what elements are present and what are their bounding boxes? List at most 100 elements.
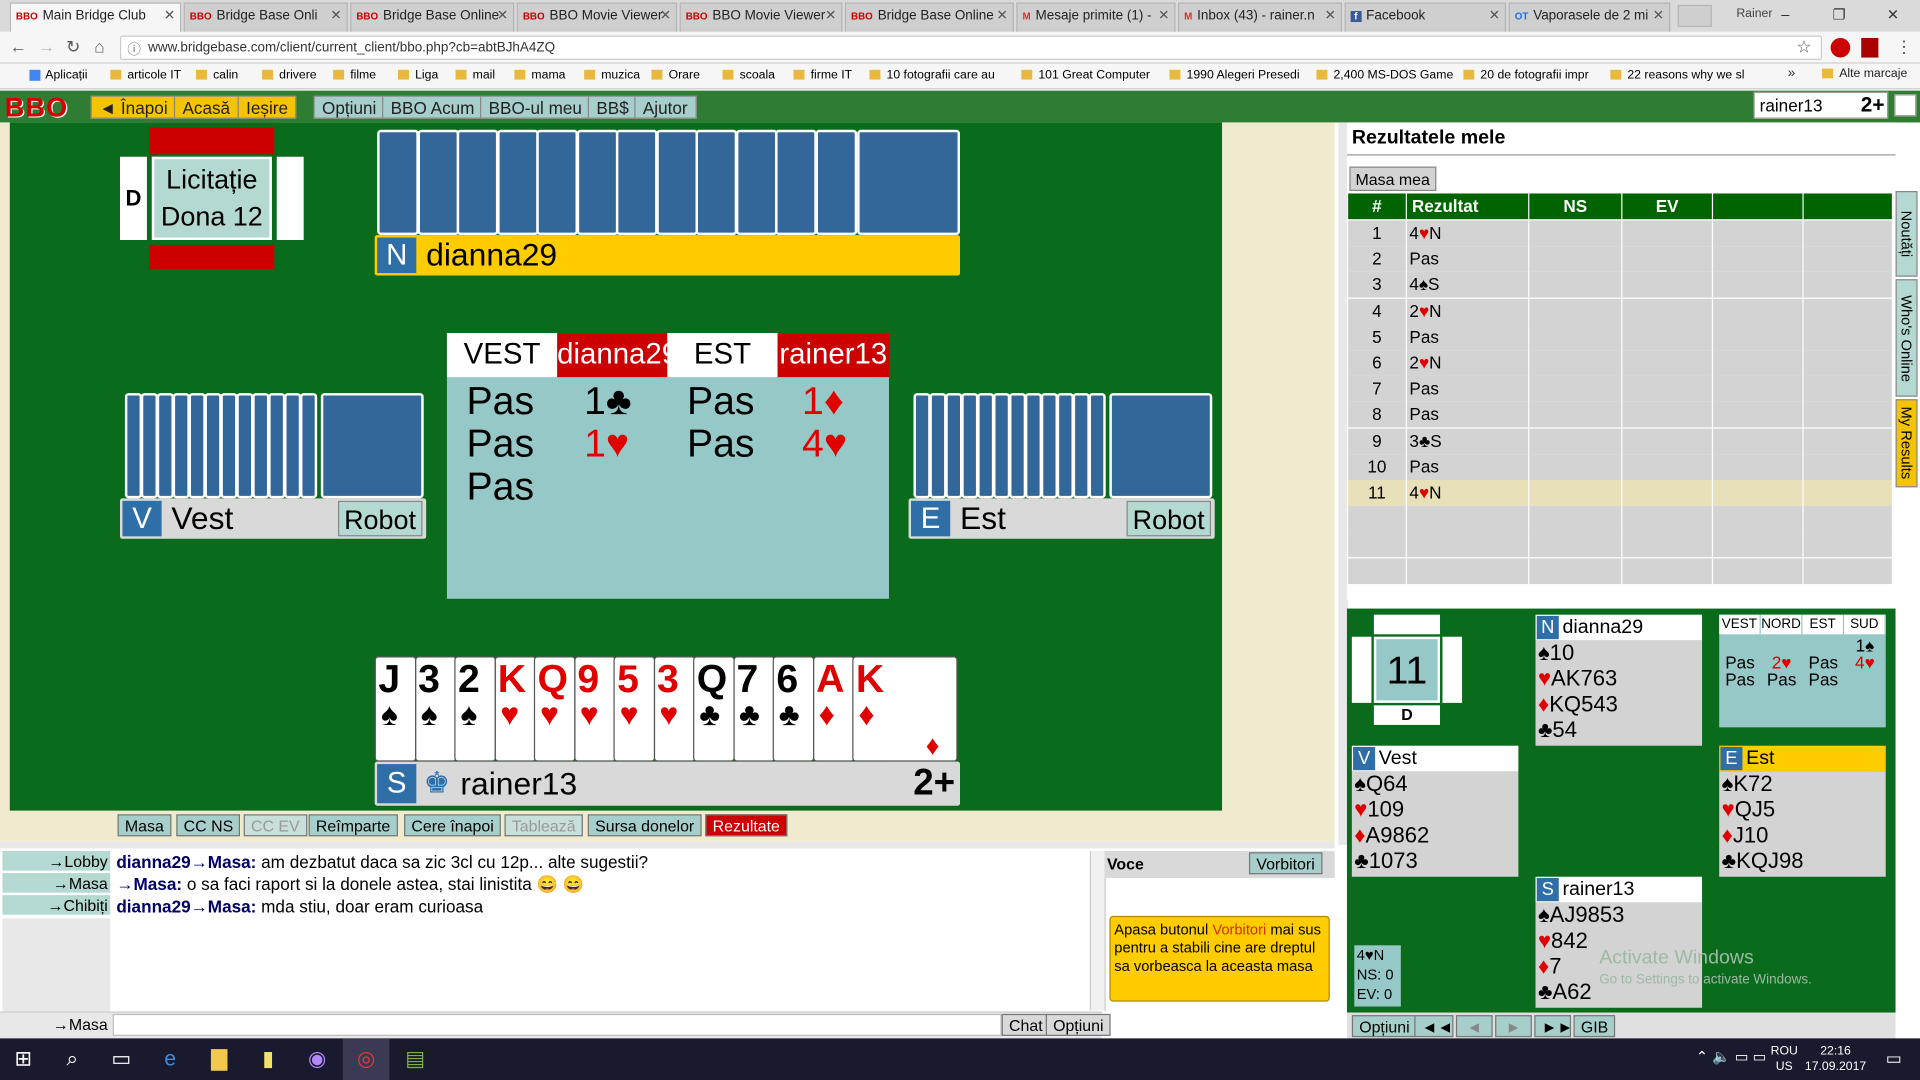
table-action-button[interactable]: Sursa donelor xyxy=(587,814,702,837)
table-action-button[interactable]: Cere înapoi xyxy=(404,814,502,837)
bookmarks-overflow[interactable]: » xyxy=(1788,66,1796,81)
back-button[interactable]: ◄ Înapoi xyxy=(90,95,177,119)
bookmark-item[interactable]: 22 reasons why we sl xyxy=(1610,64,1758,88)
chat-target-button[interactable]: →Lobby xyxy=(2,851,111,872)
results-row[interactable]: 9 3♣S xyxy=(1348,428,1894,454)
side-tab[interactable]: Who's Online xyxy=(1895,279,1918,397)
side-tab[interactable]: Noutăți xyxy=(1895,191,1918,277)
table-action-button[interactable]: Rezultate xyxy=(705,814,788,837)
bookmark-item[interactable]: scoala xyxy=(722,64,788,88)
results-row[interactable]: 11 4♥N xyxy=(1348,480,1894,506)
north-player-bar[interactable]: N dianna29 xyxy=(374,235,961,276)
south-player-bar[interactable]: S ♚ rainer13 2+ xyxy=(374,761,961,806)
results-row[interactable]: 7 Pas xyxy=(1348,376,1894,402)
info-icon[interactable]: ⓘ xyxy=(127,39,140,59)
bookmark-item[interactable]: filme xyxy=(333,64,393,88)
results-row[interactable]: 1 4♥N xyxy=(1348,220,1894,247)
bookmark-item[interactable]: Aplicații xyxy=(29,64,105,88)
other-bookmarks[interactable]: Alte marcaje xyxy=(1822,67,1907,81)
results-row[interactable]: 6 2♥N xyxy=(1348,350,1894,376)
browser-tab[interactable]: BBO Bridge Base Onli ✕ xyxy=(183,2,348,32)
mini-east-header[interactable]: E Est xyxy=(1719,745,1886,772)
south-hand-card[interactable]: 2 ♠ xyxy=(454,656,496,762)
menu-icon[interactable]: ⋮ xyxy=(1896,37,1913,58)
results-row[interactable]: 4 2♥N xyxy=(1348,298,1894,324)
bookmark-item[interactable]: drivere xyxy=(262,64,328,88)
west-player-bar[interactable]: V Vest Robot xyxy=(120,498,427,539)
chat-scrollbar[interactable] xyxy=(1089,851,1105,1011)
notepad-icon[interactable]: ▤ xyxy=(392,1038,439,1080)
table-action-button[interactable]: Tablează xyxy=(504,814,583,837)
bookmark-item[interactable]: firme IT xyxy=(793,64,864,88)
south-hand-card[interactable]: 3 ♠ xyxy=(414,656,457,762)
tab-close-icon[interactable]: ✕ xyxy=(660,4,671,28)
tray-icons[interactable]: ⌃ 🔈 ▭ ▭ xyxy=(1696,1048,1767,1065)
my-table-tab[interactable]: Masa mea xyxy=(1349,166,1436,192)
south-hand-card[interactable]: A ♦ xyxy=(812,656,855,762)
clock[interactable]: 22:16 17.09.2017 xyxy=(1805,1043,1866,1075)
south-hand-card[interactable]: 3 ♥ xyxy=(653,656,695,762)
side-tab[interactable]: My Results xyxy=(1895,399,1918,488)
tab-close-icon[interactable]: ✕ xyxy=(1158,4,1169,28)
browser-tab[interactable]: M Inbox (43) - rainer.n ✕ xyxy=(1177,2,1343,32)
results-row[interactable]: 8 Pas xyxy=(1348,402,1894,428)
new-tab-button[interactable] xyxy=(1677,4,1712,27)
browser-tab[interactable]: BBO Main Bridge Club ✕ xyxy=(9,2,182,32)
maximize-icon[interactable]: ❐ xyxy=(1812,0,1866,29)
home-button[interactable]: Acasă xyxy=(173,95,239,119)
browser-tab[interactable]: f Facebook ✕ xyxy=(1344,2,1507,32)
results-row[interactable]: 2 Pas xyxy=(1348,246,1894,273)
south-hand-card[interactable]: J ♠ xyxy=(374,656,417,762)
chat-target-button[interactable]: →Masa xyxy=(2,873,111,894)
tab-close-icon[interactable]: ✕ xyxy=(164,4,175,28)
task-view-icon[interactable]: ▭ xyxy=(98,1038,145,1080)
url-input[interactable]: www.bridgebase.com/client/current_client… xyxy=(120,35,1823,61)
tab-close-icon[interactable]: ✕ xyxy=(1653,4,1664,28)
prev-trick-button[interactable]: ◄ xyxy=(1455,1015,1493,1038)
search-icon[interactable]: ⌕ xyxy=(49,1038,96,1080)
bookmark-item[interactable]: 10 fotografii care au xyxy=(869,64,1016,88)
tab-close-icon[interactable]: ✕ xyxy=(1489,4,1500,28)
bookmark-item[interactable]: 2,400 MS-DOS Game xyxy=(1316,64,1458,88)
bookmark-item[interactable]: muzica xyxy=(584,64,646,88)
first-trick-button[interactable]: ◄◄ xyxy=(1414,1015,1454,1038)
browser-tab[interactable]: BBO BBO Movie Viewer ✕ xyxy=(516,2,678,32)
tab-close-icon[interactable]: ✕ xyxy=(1325,4,1336,28)
bookmark-item[interactable]: mama xyxy=(514,64,579,88)
bookmark-item[interactable]: mail xyxy=(455,64,510,88)
gib-button[interactable]: GIB xyxy=(1573,1015,1616,1038)
chat-splitter[interactable] xyxy=(0,841,1335,849)
browser-tab[interactable]: BBO Bridge Base Online ✕ xyxy=(844,2,1014,32)
results-row[interactable]: 10 Pas xyxy=(1348,454,1894,480)
table-action-button[interactable]: CC EV xyxy=(243,814,308,837)
mini-north-header[interactable]: Ndianna29 xyxy=(1535,614,1703,641)
south-hand-card[interactable]: K ♥ xyxy=(494,656,536,762)
username-box[interactable]: rainer13 2+ xyxy=(1753,91,1889,119)
bbo-now-button[interactable]: BBO Acum xyxy=(382,95,484,119)
chat-options-button[interactable]: Opțiuni xyxy=(1045,1013,1111,1036)
last-trick-button[interactable]: ►► xyxy=(1534,1015,1573,1038)
browser-tab[interactable]: M Mesaje primite (1) - ✕ xyxy=(1016,2,1176,32)
bookmark-item[interactable]: articole IT xyxy=(110,64,191,88)
south-hand-card[interactable]: Q ♥ xyxy=(533,656,576,762)
my-bbo-button[interactable]: BBO-ul meu xyxy=(480,95,591,119)
bookmark-item[interactable]: 101 Great Computer xyxy=(1021,64,1164,88)
file-explorer-icon[interactable]: ▇ xyxy=(196,1038,243,1080)
results-row[interactable]: 3 4♠S xyxy=(1348,272,1894,299)
south-hand-card[interactable]: 5 ♥ xyxy=(613,656,656,762)
next-trick-button[interactable]: ► xyxy=(1495,1015,1532,1038)
pdf-extension-icon[interactable] xyxy=(1861,37,1879,58)
table-action-button[interactable]: CC NS xyxy=(176,814,241,837)
browser-tab[interactable]: BBO Bridge Base Online ✕ xyxy=(350,2,515,32)
chat-button[interactable]: Chat xyxy=(1001,1013,1050,1036)
table-action-button[interactable]: Reîmparte xyxy=(308,814,398,837)
forward-nav-icon[interactable]: → xyxy=(38,37,55,57)
chat-input[interactable] xyxy=(112,1013,1002,1036)
input-language[interactable]: ROU US xyxy=(1771,1043,1798,1075)
bookmark-item[interactable]: Orare xyxy=(651,64,717,88)
south-hand-card[interactable]: Q ♣ xyxy=(693,656,735,762)
bookmark-star-icon[interactable]: ☆ xyxy=(1796,37,1811,58)
chrome-icon[interactable]: ◎ xyxy=(342,1038,390,1080)
app-icon[interactable]: ◉ xyxy=(294,1038,341,1080)
mini-options-button[interactable]: Opțiuni xyxy=(1351,1015,1417,1038)
